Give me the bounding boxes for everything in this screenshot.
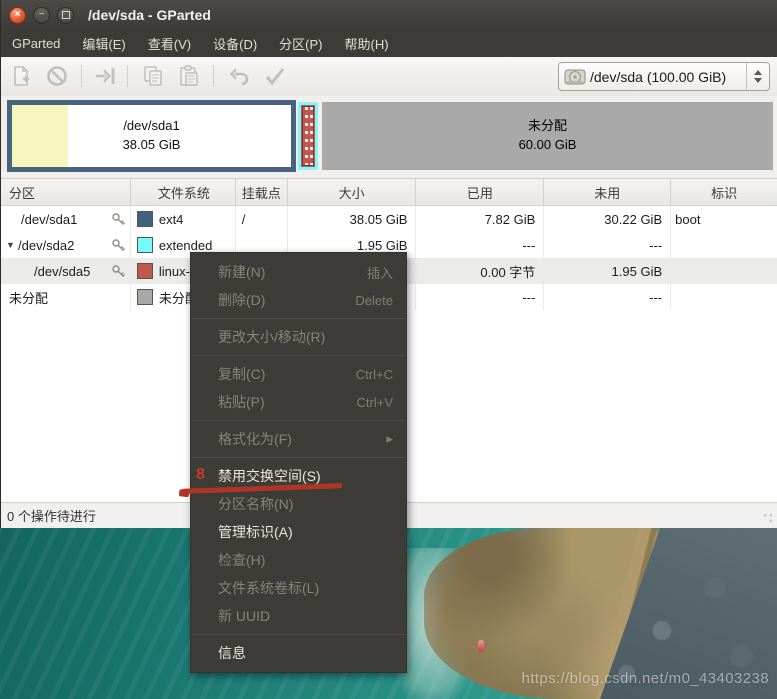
hard-disk-icon [564,67,586,87]
key-icon [111,212,126,227]
annotation-step-number: 8 [196,466,205,483]
menubar: GParted 编辑(E) 查看(V) 设备(D) 分区(P) 帮助(H) [1,30,777,57]
toolbar-separator [81,65,82,87]
window-title: /dev/sda - GParted [88,7,211,23]
minimize-icon[interactable]: − [33,6,50,24]
toolbar-separator [127,65,128,87]
visual-sda1-size: 38.05 GiB [122,137,181,152]
table-row-sda1[interactable]: /dev/sda1 ext4 / 38.05 GiB 7.82 GiB 30.2… [1,206,777,232]
toolbar: /dev/sda (100.00 GiB) [1,57,777,97]
expander-icon[interactable]: ▼ [6,240,18,250]
header-mountpoint[interactable]: 挂载点 [236,179,288,205]
partition-visual-bar: /dev/sda1 38.05 GiB 未分配 60.00 GiB [1,96,777,178]
menu-edit[interactable]: 编辑(E) [71,30,136,57]
menu-item-label-filesystem[interactable]: 文件系统卷标(L) [191,574,406,602]
fs-color-swatch [136,289,153,305]
pending-operations-text: 0 个操作待进行 [7,509,96,524]
header-filesystem[interactable]: 文件系统 [131,179,236,205]
close-icon[interactable]: × [9,6,26,24]
resize-move-icon[interactable] [93,64,119,90]
device-selector-value: /dev/sda (100.00 GiB) [590,68,727,85]
menu-item-delete[interactable]: 删除(D) Delete [191,286,406,314]
visual-partition-unallocated[interactable]: 未分配 60.00 GiB [322,102,773,170]
delete-partition-icon[interactable] [45,64,71,90]
screenshot-root: https://blog.csdn.net/m0_43403238 × − /d… [0,0,777,699]
header-unused[interactable]: 未用 [544,179,672,205]
menu-item-new[interactable]: 新建(N) 插入 [191,258,406,286]
visual-partition-sda1[interactable]: /dev/sda1 38.05 GiB [7,100,296,172]
fs-color-swatch [136,211,153,227]
fs-color-swatch [136,237,153,253]
menu-separator [192,420,405,421]
menu-separator [192,634,405,635]
apply-icon[interactable] [263,64,289,90]
key-icon [111,264,126,279]
visual-sda1-name: /dev/sda1 [123,118,180,134]
menu-view[interactable]: 查看(V) [137,30,202,57]
menu-separator [192,355,405,356]
menu-item-resize-move[interactable]: 更改大小/移动(R) [191,323,406,351]
visual-unalloc-size: 60.00 GiB [518,137,577,152]
copy-icon[interactable] [141,64,167,90]
new-partition-icon[interactable] [9,64,35,90]
menu-item-new-uuid[interactable]: 新 UUID [191,602,406,630]
menu-gparted[interactable]: GParted [1,32,71,55]
menu-device[interactable]: 设备(D) [202,30,268,57]
swap-hatch-pattern [302,106,314,166]
csdn-watermark: https://blog.csdn.net/m0_43403238 [521,670,769,687]
header-used[interactable]: 已用 [416,179,545,205]
device-selector[interactable]: /dev/sda (100.00 GiB) [558,62,770,91]
menu-partition[interactable]: 分区(P) [268,30,333,57]
menu-item-manage-flags[interactable]: 管理标识(A) [191,518,406,546]
spinner-arrows-icon[interactable] [746,63,769,90]
submenu-arrow-icon: ▸ [386,431,393,446]
menu-item-information[interactable]: 信息 [191,639,406,667]
menu-item-format-to[interactable]: 格式化为(F) ▸ [191,425,406,453]
menu-separator [192,457,405,458]
menu-separator [192,318,405,319]
paste-icon[interactable] [177,64,203,90]
visual-partition-extended-swap[interactable] [298,102,318,170]
partition-context-menu: 新建(N) 插入 删除(D) Delete 更改大小/移动(R) 复制(C) Ctrl… [190,252,407,673]
header-size[interactable]: 大小 [288,179,417,205]
menu-item-paste[interactable]: 粘贴(P) Ctrl+V [191,388,406,416]
resize-grip[interactable] [761,511,775,525]
maximize-icon[interactable] [57,6,74,24]
key-icon [111,238,126,253]
fs-color-swatch [136,263,153,279]
toolbar-separator [213,65,214,87]
header-flags[interactable]: 标识 [671,179,777,205]
undo-icon[interactable] [227,64,253,90]
titlebar[interactable]: × − /dev/sda - GParted [1,0,777,30]
visual-unalloc-name: 未分配 [527,118,567,134]
window-controls: × − [9,6,74,24]
menu-help[interactable]: 帮助(H) [334,30,400,57]
table-header-row: 分区 文件系统 挂载点 大小 已用 未用 标识 [1,179,777,206]
header-partition[interactable]: 分区 [1,179,131,205]
person-on-rocks [478,640,484,652]
menu-item-copy[interactable]: 复制(C) Ctrl+C [191,360,406,388]
menu-item-partition-name[interactable]: 分区名称(N) [191,490,406,518]
menu-item-check[interactable]: 检查(H) [191,546,406,574]
